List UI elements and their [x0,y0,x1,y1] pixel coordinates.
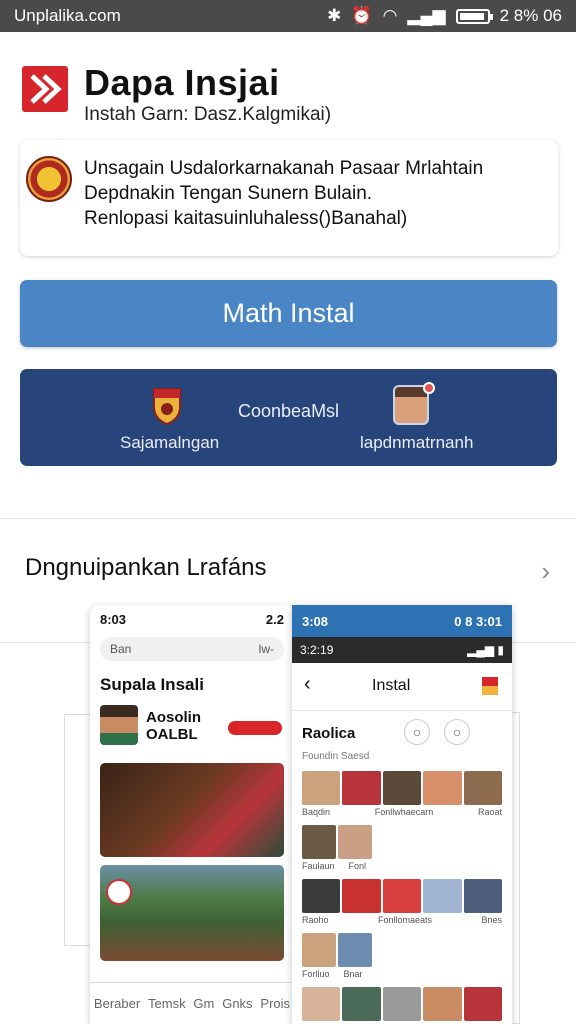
developer-card[interactable]: Sajamalngan CoonbeaMsl lapdnmatrnanh [20,369,557,466]
preview-photo [100,865,284,961]
signal-icon: ▂▄▆ ▮ [467,643,504,657]
preview-featured-row: Aosolin OALBL [100,705,284,751]
notification-dot-icon [423,382,435,394]
search-icon: ○ [404,719,430,745]
status-bar: Unplalika.com ✱ ⏰ ◠ ▂▄▆ 2 8% 06 [0,0,576,32]
battery-icon [455,8,493,24]
section-title: Dngnuipankan Lrafáns [25,554,267,581]
preview-title: Supala Insali [100,675,204,694]
preview-signal: 2.2 [265,611,284,627]
preview-avatar [100,705,138,745]
preview-photo-strip [302,879,503,913]
flag-icon [482,677,498,695]
screenshot-preview-2[interactable]: 3:08 0 8 3:01 3:2:19 ▂▄▆ ▮ ‹ Instal Raol… [292,605,512,1024]
preview-badge-icon [106,879,132,905]
preview-photo-strip [302,771,503,805]
developer-right-label: lapdnmatrnanh [360,433,474,452]
search-icon: ○ [444,719,470,745]
preview-photo-strip [302,933,372,967]
chevron-right-icon[interactable]: › [541,556,550,587]
preview-photo-strip [302,825,372,859]
signal-icon: ▂▄▆ [407,6,446,25]
install-button[interactable]: Math Instal [20,280,557,347]
preview-search-bar: Ban lw- [100,637,284,661]
info-line: Depdnakin Tengan Sunern Bulain. [84,183,373,204]
seal-icon [26,156,72,202]
preview-time: 8:03 [100,611,127,627]
app-header: Dapa Insjai Instah Garn: Dasz.Kalgmikai) [22,62,562,126]
screenshots-section-header[interactable]: Dngnuipankan Lrafáns › [0,540,576,596]
status-right-text: 2 8% 06 [499,6,562,25]
status-app-name: Unplalika.com [14,6,121,25]
shield-icon [153,388,181,425]
preview-badge [228,721,282,735]
screenshot-preview-1[interactable]: 8:03 2.2 Ban lw- Supala Insali Aosolin O… [90,605,294,1024]
info-card: Unsagain Usdalorkarnakanah Pasaar Mrlaht… [20,140,558,256]
preview-photo [100,763,284,857]
back-arrow-icon: ‹ [304,673,311,695]
app-subtitle: Instah Garn: Dasz.Kalgmikai) [84,104,332,125]
divider [0,518,576,519]
info-line: Renlopasi kaitasuinluhaless()Banahal) [84,208,408,229]
wifi-icon: ◠ [382,6,398,25]
alarm-icon: ⏰ [351,6,373,25]
bluetooth-icon: ✱ [327,6,342,25]
developer-left-label: Sajamalngan [120,433,220,452]
app-logo [22,66,68,112]
preview-tab-bar: Beraber Temsk Gm Gnks Prois [90,982,294,1024]
app-title: Dapa Insjai [84,62,280,103]
developer-center-label: CoonbeaMsl [238,401,340,421]
info-line: Unsagain Usdalorkarnakanah Pasaar Mrlaht… [84,158,484,179]
preview-photo-strip [302,987,503,1021]
preview-nav-bar: ‹ Instal [292,663,512,711]
info-text: Unsagain Usdalorkarnakanah Pasaar Mrlaht… [84,156,483,231]
